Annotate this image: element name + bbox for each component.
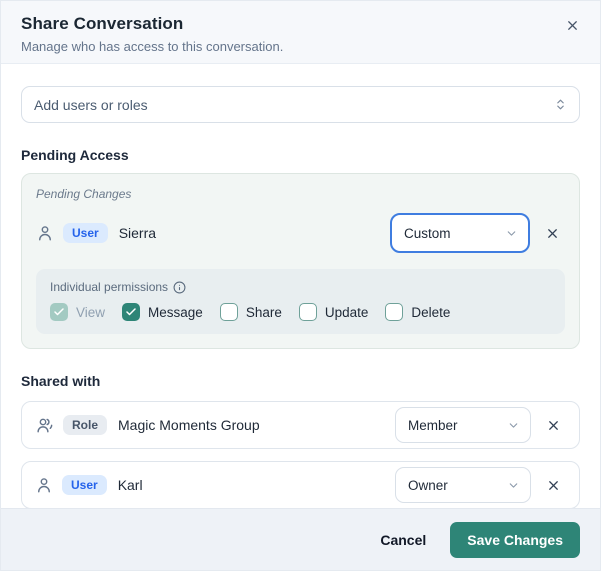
users-icon: [35, 416, 54, 434]
add-users-select-value: Add users or roles: [34, 96, 148, 113]
group-role-select[interactable]: Member: [395, 407, 531, 443]
pending-changes-panel: Pending Changes User Sierra Custom Indiv…: [21, 173, 580, 349]
individual-permissions-label: Individual permissions: [50, 280, 169, 294]
pending-entry-row: User Sierra Custom: [36, 213, 565, 253]
chevron-down-icon: [505, 227, 518, 240]
pending-remove-button[interactable]: [539, 220, 565, 246]
delete-checkbox[interactable]: [385, 303, 404, 321]
chevron-down-icon: [507, 479, 520, 492]
dialog-subtitle: Manage who has access to this conversati…: [21, 39, 284, 54]
user-type-badge: User: [63, 223, 108, 243]
permission-label: Share: [245, 304, 282, 320]
pending-changes-label: Pending Changes: [36, 187, 132, 201]
group-role-select-value: Member: [408, 417, 458, 433]
pending-entry-name: Sierra: [118, 225, 157, 241]
chevrons-up-down-icon: [554, 98, 567, 111]
permission-item-message: Message: [122, 303, 203, 321]
save-changes-button[interactable]: Save Changes: [450, 521, 580, 558]
shared-row-user: User Karl Owner: [21, 461, 580, 509]
permission-item-share: Share: [219, 303, 282, 321]
shared-entry-name: Karl: [117, 477, 143, 493]
dialog-header: Share Conversation Manage who has access…: [1, 1, 600, 64]
user-icon: [35, 476, 53, 494]
chevron-down-icon: [507, 419, 520, 432]
shared-row-group: Role Magic Moments Group Member: [21, 401, 580, 449]
share-conversation-dialog: Share Conversation Manage who has access…: [0, 0, 601, 571]
pending-role-select-value: Custom: [404, 225, 451, 241]
user-icon: [36, 224, 54, 242]
karl-role-select-value: Owner: [408, 477, 448, 493]
permissions-checkbox-row: View Message Share Update Delete: [50, 303, 551, 321]
update-checkbox[interactable]: [298, 303, 317, 321]
karl-remove-button[interactable]: [540, 472, 566, 498]
group-remove-button[interactable]: [540, 412, 566, 438]
user-type-badge: User: [62, 475, 107, 495]
permission-item-update: Update: [298, 303, 369, 321]
pending-access-heading: Pending Access: [21, 147, 129, 163]
close-icon: [565, 18, 580, 33]
check-icon: [125, 306, 137, 318]
x-icon: [546, 478, 561, 493]
role-type-badge: Role: [63, 415, 108, 435]
permission-item-view: View: [50, 303, 105, 321]
dialog-footer: Cancel Save Changes: [1, 508, 600, 570]
permission-label: Message: [148, 304, 203, 320]
close-button[interactable]: [560, 13, 584, 37]
permission-label: Delete: [411, 304, 451, 320]
x-icon: [546, 418, 561, 433]
info-icon[interactable]: [173, 281, 186, 294]
permission-label: Update: [324, 304, 369, 320]
add-users-select[interactable]: Add users or roles: [21, 86, 580, 123]
x-icon: [545, 226, 560, 241]
individual-permissions-box: Individual permissions View Message Shar…: [36, 269, 565, 334]
share-checkbox[interactable]: [219, 303, 238, 321]
dialog-title: Share Conversation: [21, 14, 184, 33]
permission-label: View: [76, 304, 106, 320]
shared-entry-name: Magic Moments Group: [118, 417, 260, 433]
cancel-button[interactable]: Cancel: [380, 532, 426, 548]
dialog-body: Add users or roles Pending Access Pendin…: [1, 64, 600, 509]
permission-item-delete: Delete: [385, 303, 450, 321]
karl-role-select[interactable]: Owner: [395, 467, 531, 503]
shared-with-heading: Shared with: [21, 373, 101, 389]
check-icon: [53, 306, 65, 318]
message-checkbox[interactable]: [122, 303, 141, 321]
view-checkbox[interactable]: [50, 303, 68, 321]
pending-role-select[interactable]: Custom: [390, 213, 530, 253]
